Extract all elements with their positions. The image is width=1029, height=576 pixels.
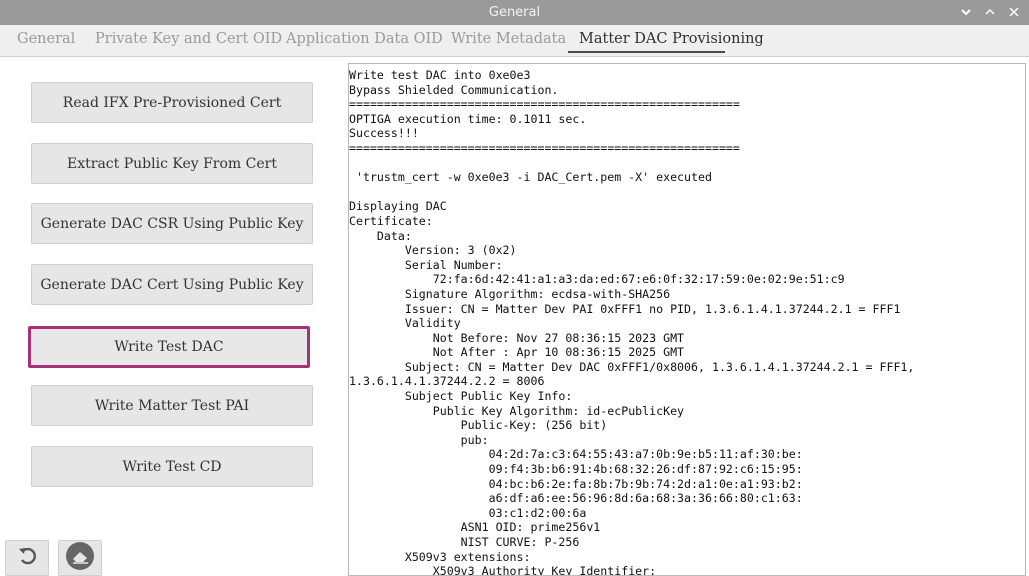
console-text: Write test DAC into 0xe0e3 Bypass Shield… [349,68,915,576]
tab-write-metadata[interactable]: Write Metadata [451,31,566,47]
back-button[interactable] [5,540,49,576]
write-test-dac-button[interactable]: Write Test DAC [28,326,310,368]
tab-general[interactable]: General [17,31,75,47]
minimize-chevron-icon[interactable] [959,4,973,20]
tab-matter-dac-provisioning[interactable]: Matter DAC Provisioning [579,31,764,47]
tab-application-data-oid[interactable]: Application Data OID [286,31,443,47]
write-test-cd-button[interactable]: Write Test CD [31,446,313,487]
back-arrow-icon [16,545,38,571]
generate-dac-csr-button[interactable]: Generate DAC CSR Using Public Key [31,203,313,244]
tab-bar: General Private Key and Cert OID Applica… [0,25,1029,55]
tab-private-key-and-cert-oid[interactable]: Private Key and Cert OID [95,31,282,47]
maximize-chevron-icon[interactable] [983,4,997,20]
extract-public-key-from-cert-button[interactable]: Extract Public Key From Cert [31,143,313,184]
console-output[interactable]: Write test DAC into 0xe0e3 Bypass Shield… [348,63,1026,576]
window-title: General [488,5,541,20]
read-ifx-pre-provisioned-cert-button[interactable]: Read IFX Pre-Provisioned Cert [31,82,313,123]
title-bar: General [0,0,1029,25]
clear-console-button[interactable] [58,540,102,576]
write-matter-test-pai-button[interactable]: Write Matter Test PAI [31,385,313,426]
active-tab-indicator [568,51,725,53]
close-icon[interactable] [1007,4,1021,20]
eraser-icon [65,541,95,575]
window-controls [959,4,1021,20]
generate-dac-cert-button[interactable]: Generate DAC Cert Using Public Key [31,264,313,305]
